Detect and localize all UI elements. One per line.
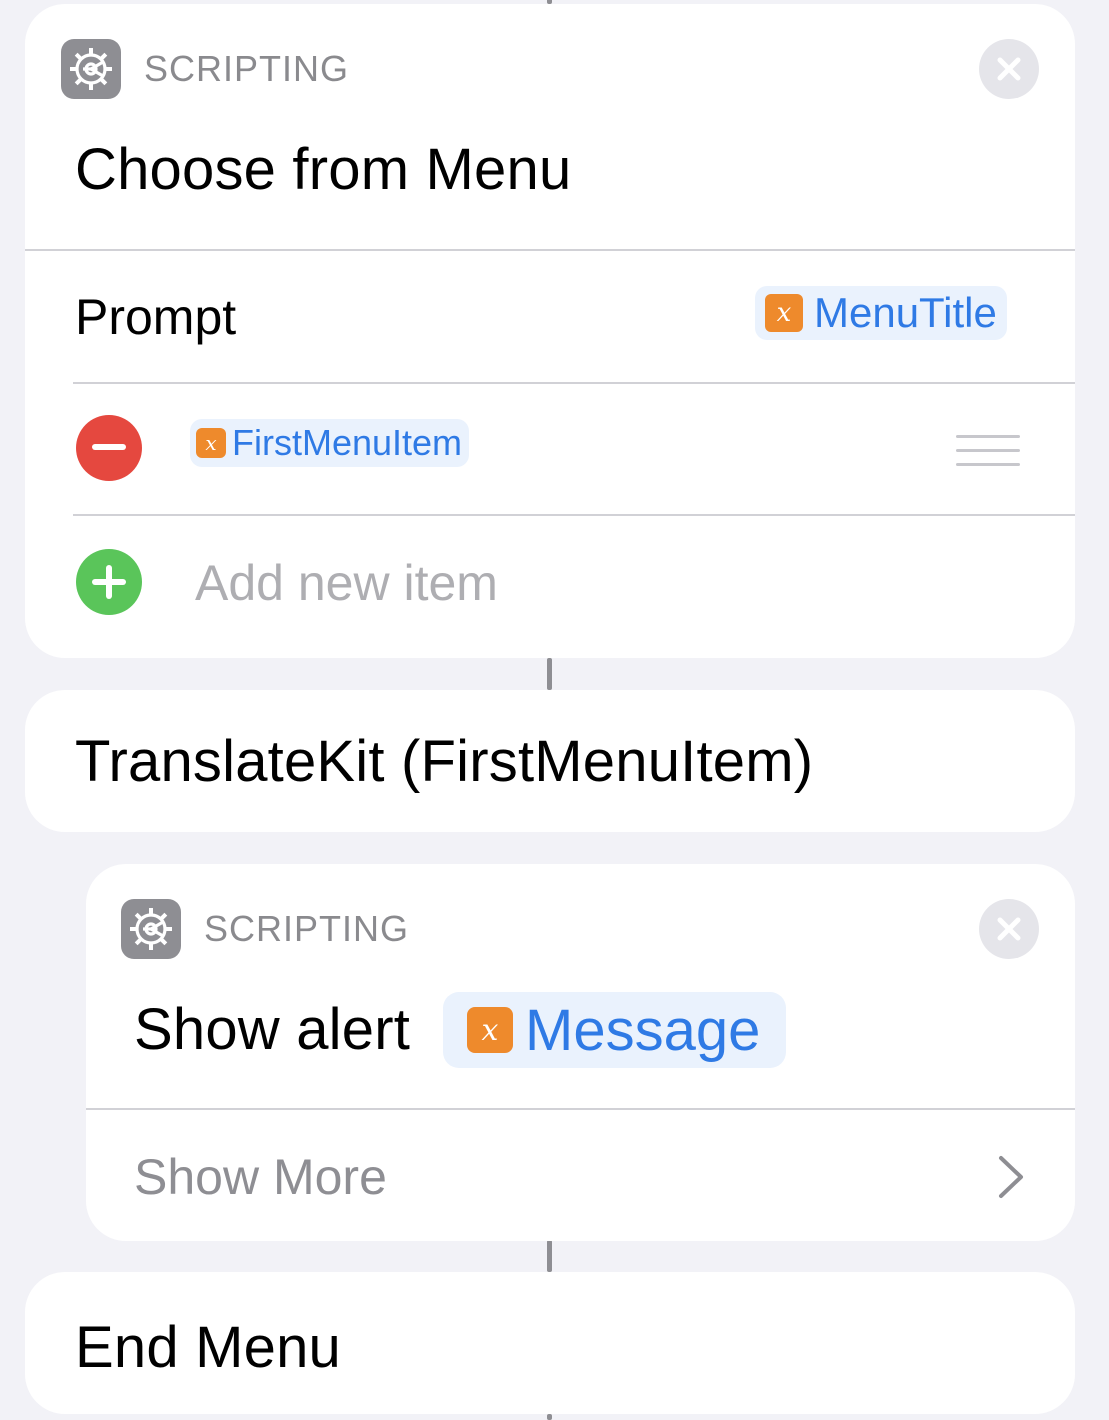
action-category: SCRIPTING [204, 908, 410, 949]
prompt-variable-token[interactable]: x MenuTitle [755, 286, 1007, 340]
delete-action-button[interactable] [979, 899, 1039, 959]
action-category: SCRIPTING [144, 48, 350, 89]
reorder-handle-icon[interactable] [956, 435, 1020, 477]
prompt-label: Prompt [75, 289, 237, 345]
flow-connector [547, 1240, 552, 1272]
flow-connector [547, 658, 552, 690]
chevron-right-icon[interactable] [997, 1154, 1025, 1200]
end-menu-action[interactable]: End Menu [25, 1272, 1075, 1414]
divider [73, 382, 1075, 384]
minus-icon [92, 444, 126, 450]
variable-icon: x [765, 294, 803, 332]
action-header: SCRIPTING [61, 39, 349, 99]
gear-icon [61, 39, 121, 99]
flow-connector [547, 1414, 552, 1420]
variable-name: MenuTitle [814, 289, 997, 336]
close-icon [997, 917, 1021, 941]
remove-item-button[interactable] [76, 415, 142, 481]
action-title: Choose from Menu [75, 137, 572, 202]
variable-name: FirstMenuItem [232, 422, 463, 463]
variable-icon: x [196, 428, 226, 458]
show-alert-action[interactable]: SCRIPTING Show alert x Message Show More [86, 864, 1075, 1241]
add-new-item-field[interactable]: Add new item [195, 554, 498, 612]
menu-case-title: TranslateKit (FirstMenuItem) [75, 729, 814, 794]
variable-name: Message [525, 997, 761, 1063]
menu-case-header[interactable]: TranslateKit (FirstMenuItem) [25, 690, 1075, 832]
action-title: Show alert [134, 997, 411, 1062]
end-menu-title: End Menu [75, 1315, 341, 1380]
divider [25, 249, 1075, 251]
message-variable-token[interactable]: x Message [443, 992, 787, 1068]
show-more-button[interactable]: Show More [134, 1148, 387, 1206]
divider [73, 514, 1075, 516]
add-item-button[interactable] [76, 549, 142, 615]
plus-icon [92, 565, 126, 599]
choose-from-menu-action[interactable]: SCRIPTING Choose from Menu Prompt x Menu… [25, 4, 1075, 658]
menu-item-token[interactable]: x FirstMenuItem [190, 419, 470, 467]
gear-icon [121, 899, 181, 959]
delete-action-button[interactable] [979, 39, 1039, 99]
variable-icon: x [467, 1007, 513, 1053]
divider [86, 1108, 1075, 1110]
close-icon [997, 57, 1021, 81]
action-header: SCRIPTING [121, 899, 409, 959]
